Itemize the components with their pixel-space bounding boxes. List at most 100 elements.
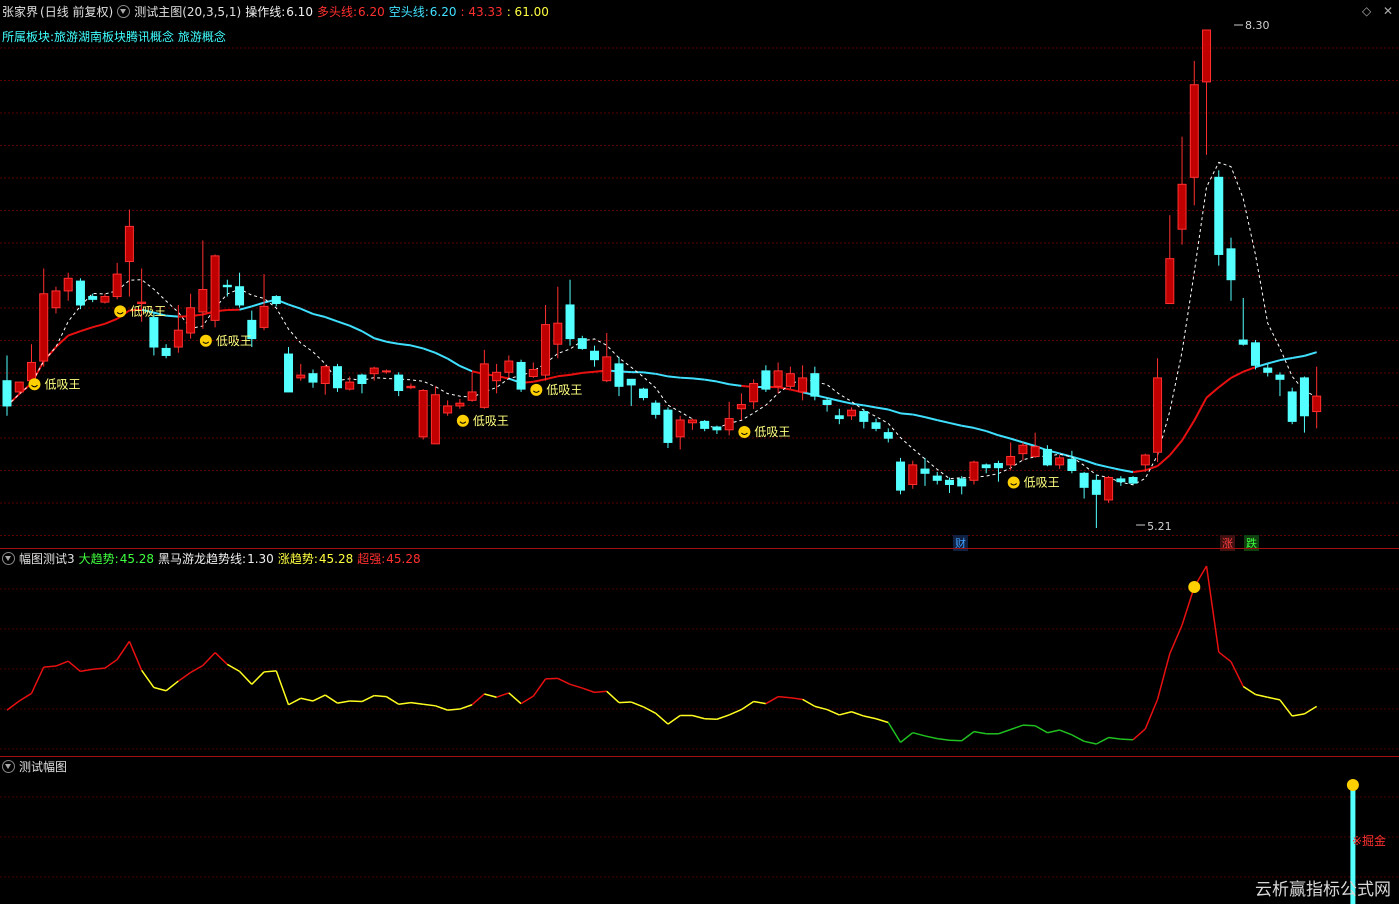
candle-body [406, 385, 416, 389]
ma-line-segment [410, 344, 424, 350]
signal-chart[interactable] [0, 757, 1399, 904]
trend-segment [949, 739, 962, 742]
candlestick-chart[interactable]: 低吸王低吸王低吸王低吸王低吸王低吸王低吸王8.305.21 [0, 0, 1399, 548]
ma-line-segment [459, 365, 473, 373]
candle-body [198, 289, 208, 313]
ma-line-segment [1096, 463, 1109, 469]
trend-segment [557, 677, 571, 685]
bull-line-label: 多头线: [316, 5, 357, 19]
ma-line-segment [80, 326, 93, 333]
ma-line-segment [533, 378, 546, 383]
trend-segment [104, 658, 118, 669]
main-chart-pane[interactable]: 低吸王 低吸王 低吸王 低吸王 低吸王 低吸王 低吸王 8.30 5.21 张家界 (日线 前复… [0, 0, 1399, 551]
candle-body [1287, 391, 1297, 422]
candle-body [1299, 377, 1309, 417]
candle-body [896, 461, 906, 491]
trend-segment [55, 660, 69, 667]
candle-body [173, 329, 183, 348]
candle-body [26, 361, 36, 382]
op-line-label: 操作线: [245, 5, 286, 19]
trend-segment [716, 714, 730, 720]
trend-segment [1218, 651, 1232, 663]
candle-body [773, 370, 783, 387]
sub2-name[interactable]: 测试幅图 [19, 758, 67, 775]
trend-segment [1120, 738, 1134, 741]
trend-segment [312, 694, 326, 702]
candle-body [63, 277, 73, 292]
expand-icon[interactable]: ◇ [1362, 4, 1371, 18]
signal-label: 低吸王 [754, 425, 790, 439]
candle-body [1153, 377, 1163, 453]
sub1-header: 幅图测试3 大趋势: 45.28 黑马游龙趋势线: 1.30 涨趋势: 45.2… [2, 550, 425, 567]
trend-segment [1034, 725, 1048, 734]
trend-segment [753, 700, 767, 705]
ma-line-segment [386, 340, 399, 345]
trend-segment [961, 731, 975, 742]
trend-segment [226, 663, 240, 673]
candle-body [565, 304, 575, 340]
candle-body [602, 356, 612, 382]
candle-body [369, 367, 379, 375]
candle-body [88, 296, 98, 300]
trend-segment [153, 686, 167, 692]
ma-line-segment [288, 303, 302, 310]
close-icon[interactable]: ✕ [1383, 4, 1393, 18]
candle-body [834, 415, 844, 420]
trend-segment [386, 696, 400, 705]
indicator-dropdown-icon[interactable] [117, 5, 131, 18]
trend-segment [655, 712, 669, 725]
sub1-value-3: 45.28 [318, 551, 354, 566]
trend-segment [998, 728, 1011, 735]
trend-segment [275, 670, 290, 705]
candle-body [467, 391, 477, 401]
candle-body [308, 373, 318, 383]
op-line-value: 6.10 [286, 4, 313, 19]
sub1-name[interactable]: 幅图测试3 [19, 550, 75, 567]
ma-line-segment [67, 330, 81, 337]
sub-chart-2[interactable]: 测试幅图 ※掘金 [0, 757, 1399, 904]
ma-line-segment [324, 316, 338, 323]
candle-body [345, 381, 355, 390]
candle-body [1238, 339, 1248, 345]
candle-body [1055, 457, 1065, 466]
candle-body [712, 426, 722, 431]
money-bag-icon [1188, 580, 1201, 593]
smile-icon [738, 425, 751, 438]
ma-line-segment [104, 317, 118, 325]
trend-segment [1292, 713, 1305, 717]
candle-body [785, 373, 795, 387]
sector-info: 所属板块:旅游湖南板块腾讯概念 旅游概念 [2, 28, 226, 45]
low-label: 5.21 [1147, 520, 1172, 533]
period-label: (日线 前复权) [40, 5, 114, 19]
sector-label: 所属板块: [2, 30, 55, 44]
trend-segment [1144, 699, 1159, 730]
smile-icon [530, 383, 543, 396]
ma-line-segment [1181, 419, 1196, 441]
candle-body [516, 361, 526, 390]
trend-segment [704, 717, 717, 721]
trend-line-chart[interactable] [0, 549, 1399, 756]
value-1: : 43.33 [460, 4, 503, 19]
trend-segment [263, 670, 277, 673]
candle-body [1091, 479, 1101, 495]
candle-body [455, 402, 465, 407]
sub2-dropdown-icon[interactable] [2, 760, 15, 773]
ma-line-segment [1083, 459, 1097, 466]
trend-segment [349, 700, 362, 703]
candle-body [418, 390, 428, 438]
ma-line-segment [912, 413, 926, 419]
sub1-dropdown-icon[interactable] [2, 552, 15, 565]
candle-body [186, 307, 196, 334]
sub-chart-1[interactable]: 幅图测试3 大趋势: 45.28 黑马游龙趋势线: 1.30 涨趋势: 45.2… [0, 549, 1399, 756]
indicator-name[interactable]: 测试主图(20,3,5,1) [134, 3, 241, 20]
ma-line-segment [434, 351, 449, 360]
trend-segment [177, 671, 192, 682]
ma-line-segment [716, 380, 730, 386]
candle-body [271, 296, 281, 305]
ma-line-segment [875, 406, 889, 411]
trend-segment [569, 683, 583, 689]
trend-segment [116, 640, 131, 660]
candle-body [541, 324, 551, 376]
trend-segment [398, 701, 412, 705]
sub2-header: 测试幅图 [2, 758, 71, 775]
